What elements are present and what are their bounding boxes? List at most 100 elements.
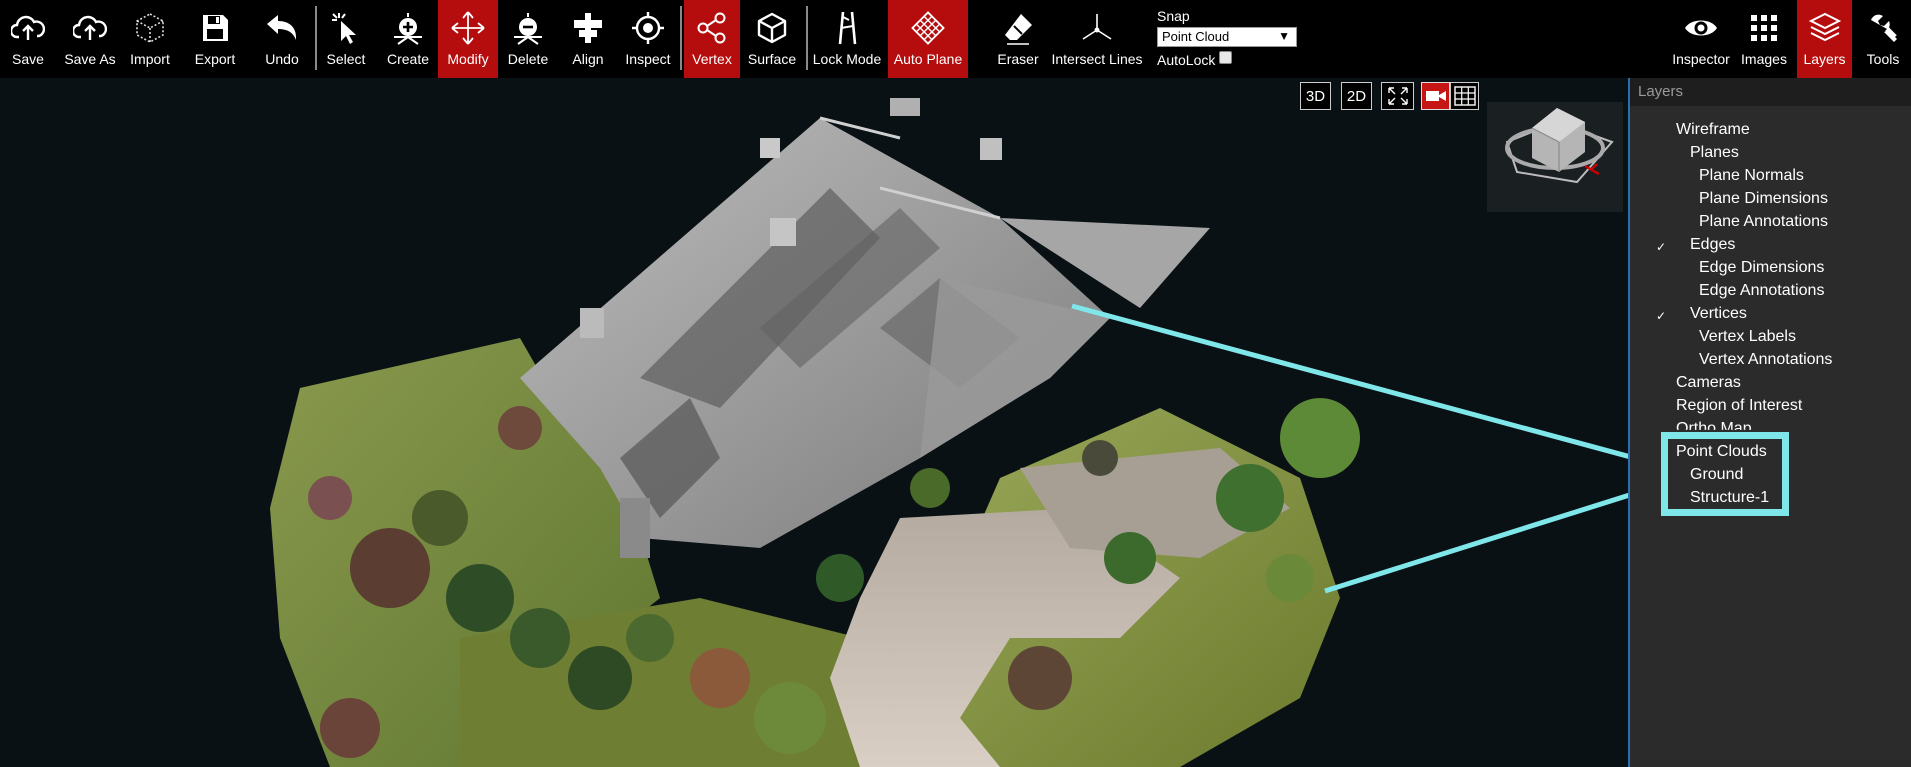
layer-plane-normals[interactable]: Plane Normals [1699,167,1804,185]
checkmark-icon: ✓ [1656,240,1667,254]
cloud-upload-icon [9,8,47,48]
export-button[interactable]: Export [190,0,240,78]
inspector-label: Inspector [1672,51,1730,67]
layer-planes[interactable]: Planes [1690,144,1739,162]
fullscreen-button[interactable] [1381,82,1414,110]
layer-plane-annotations[interactable]: Plane Annotations [1699,213,1828,231]
export-label: Export [194,51,236,67]
layer-wireframe[interactable]: Wireframe [1676,121,1750,139]
annotation-line [1324,492,1628,594]
orientation-cube-icon [1505,108,1614,184]
layers-button[interactable]: Layers [1797,0,1852,78]
auto-plane-label: Auto Plane [893,51,963,67]
toolbar-divider [680,6,682,70]
align-icon [569,8,607,48]
align-label: Align [572,51,604,67]
select-label: Select [326,51,366,67]
inspect-label: Inspect [625,51,671,67]
autolock-checkbox[interactable] [1219,50,1233,64]
layer-region-of-interest[interactable]: Region of Interest [1676,397,1802,415]
undo-arrow-icon [263,8,301,48]
layer-edge-annotations[interactable]: Edge Annotations [1699,282,1824,300]
intersect-lines-button[interactable]: Intersect Lines [1051,0,1143,78]
grid-toggle-button[interactable] [1450,82,1479,110]
snap-select[interactable]: Point Cloud ▼ [1157,27,1297,47]
toolbar-divider [315,6,317,70]
3d-viewport[interactable] [0,78,1628,767]
undo-button[interactable]: Undo [258,0,306,78]
create-button[interactable]: Create [383,0,433,78]
point-clouds-highlight-box [1661,432,1789,516]
modify-label: Modify [447,51,489,67]
surface-button[interactable]: Surface [746,0,798,78]
grid-icon [1453,86,1476,106]
tools-button[interactable]: Tools [1858,0,1908,78]
snap-title: Snap [1157,8,1190,24]
inspect-button[interactable]: Inspect [621,0,675,78]
intersect-lines-label: Intersect Lines [1051,51,1143,67]
autolock-label: AutoLock [1157,52,1216,68]
layer-plane-dimensions[interactable]: Plane Dimensions [1699,190,1828,208]
checkmark-icon: ✓ [1656,309,1667,323]
layer-edges[interactable]: Edges [1690,236,1735,254]
toolbar-divider [806,6,808,70]
inspector-button[interactable]: Inspector [1670,0,1732,78]
layer-vertex-labels[interactable]: Vertex Labels [1699,328,1796,346]
grid-diamond-icon [909,8,947,48]
camera-toggle-button[interactable] [1421,82,1450,110]
auto-plane-button[interactable]: Auto Plane [888,0,968,78]
select-button[interactable]: Select [322,0,370,78]
floppy-disk-icon [196,8,234,48]
create-label: Create [386,51,430,67]
tools-label: Tools [1866,51,1900,67]
images-button[interactable]: Images [1738,0,1790,78]
import-button[interactable]: Import [126,0,174,78]
cloud-upload-icon [71,8,109,48]
eraser-button[interactable]: Eraser [990,0,1046,78]
lock-mode-label: Lock Mode [812,51,882,67]
move-arrows-icon [449,8,487,48]
vertex-button[interactable]: Vertex [684,0,740,78]
layer-vertices[interactable]: Vertices [1690,305,1747,323]
surface-label: Surface [747,51,797,67]
eraser-label: Eraser [997,51,1039,67]
snap-select-value: Point Cloud [1162,29,1230,44]
vertex-label: Vertex [692,51,732,67]
modify-button[interactable]: Modify [438,0,498,78]
layers-icon [1806,8,1844,48]
view-3d-button[interactable]: 3D [1300,82,1331,110]
eye-icon [1682,8,1720,48]
navigation-cube[interactable] [1487,102,1623,212]
main-toolbar: Save Save As Import Export Undo Select C… [0,0,1911,78]
undo-label: Undo [265,51,299,67]
lock-mode-icon [828,8,866,48]
save-as-label: Save As [64,51,116,67]
eraser-icon [999,8,1037,48]
dropdown-arrow-icon: ▼ [1278,29,1290,43]
layer-edge-dimensions[interactable]: Edge Dimensions [1699,259,1824,277]
snap-control: Snap Point Cloud ▼ AutoLock [1157,8,1297,68]
minus-crosshair-icon [509,8,547,48]
save-label: Save [12,51,44,67]
save-button[interactable]: Save [4,0,52,78]
layer-vertex-annotations[interactable]: Vertex Annotations [1699,351,1832,369]
cube-icon [753,8,791,48]
layers-panel-title: Layers [1630,78,1911,106]
share-nodes-icon [693,8,731,48]
import-label: Import [130,51,170,67]
view-2d-button[interactable]: 2D [1341,82,1372,110]
cube-outline-icon [131,8,169,48]
delete-button[interactable]: Delete [503,0,553,78]
pointer-icon [327,8,365,48]
align-button[interactable]: Align [564,0,612,78]
layer-cameras[interactable]: Cameras [1676,374,1741,392]
grid-dots-icon [1745,8,1783,48]
video-camera-icon [1425,91,1446,101]
save-as-button[interactable]: Save As [62,0,118,78]
point-cloud-scene [270,98,1628,767]
layers-label: Layers [1803,51,1846,67]
target-icon [629,8,667,48]
lock-mode-button[interactable]: Lock Mode [813,0,881,78]
images-label: Images [1741,51,1787,67]
fullscreen-icon [1387,87,1408,105]
